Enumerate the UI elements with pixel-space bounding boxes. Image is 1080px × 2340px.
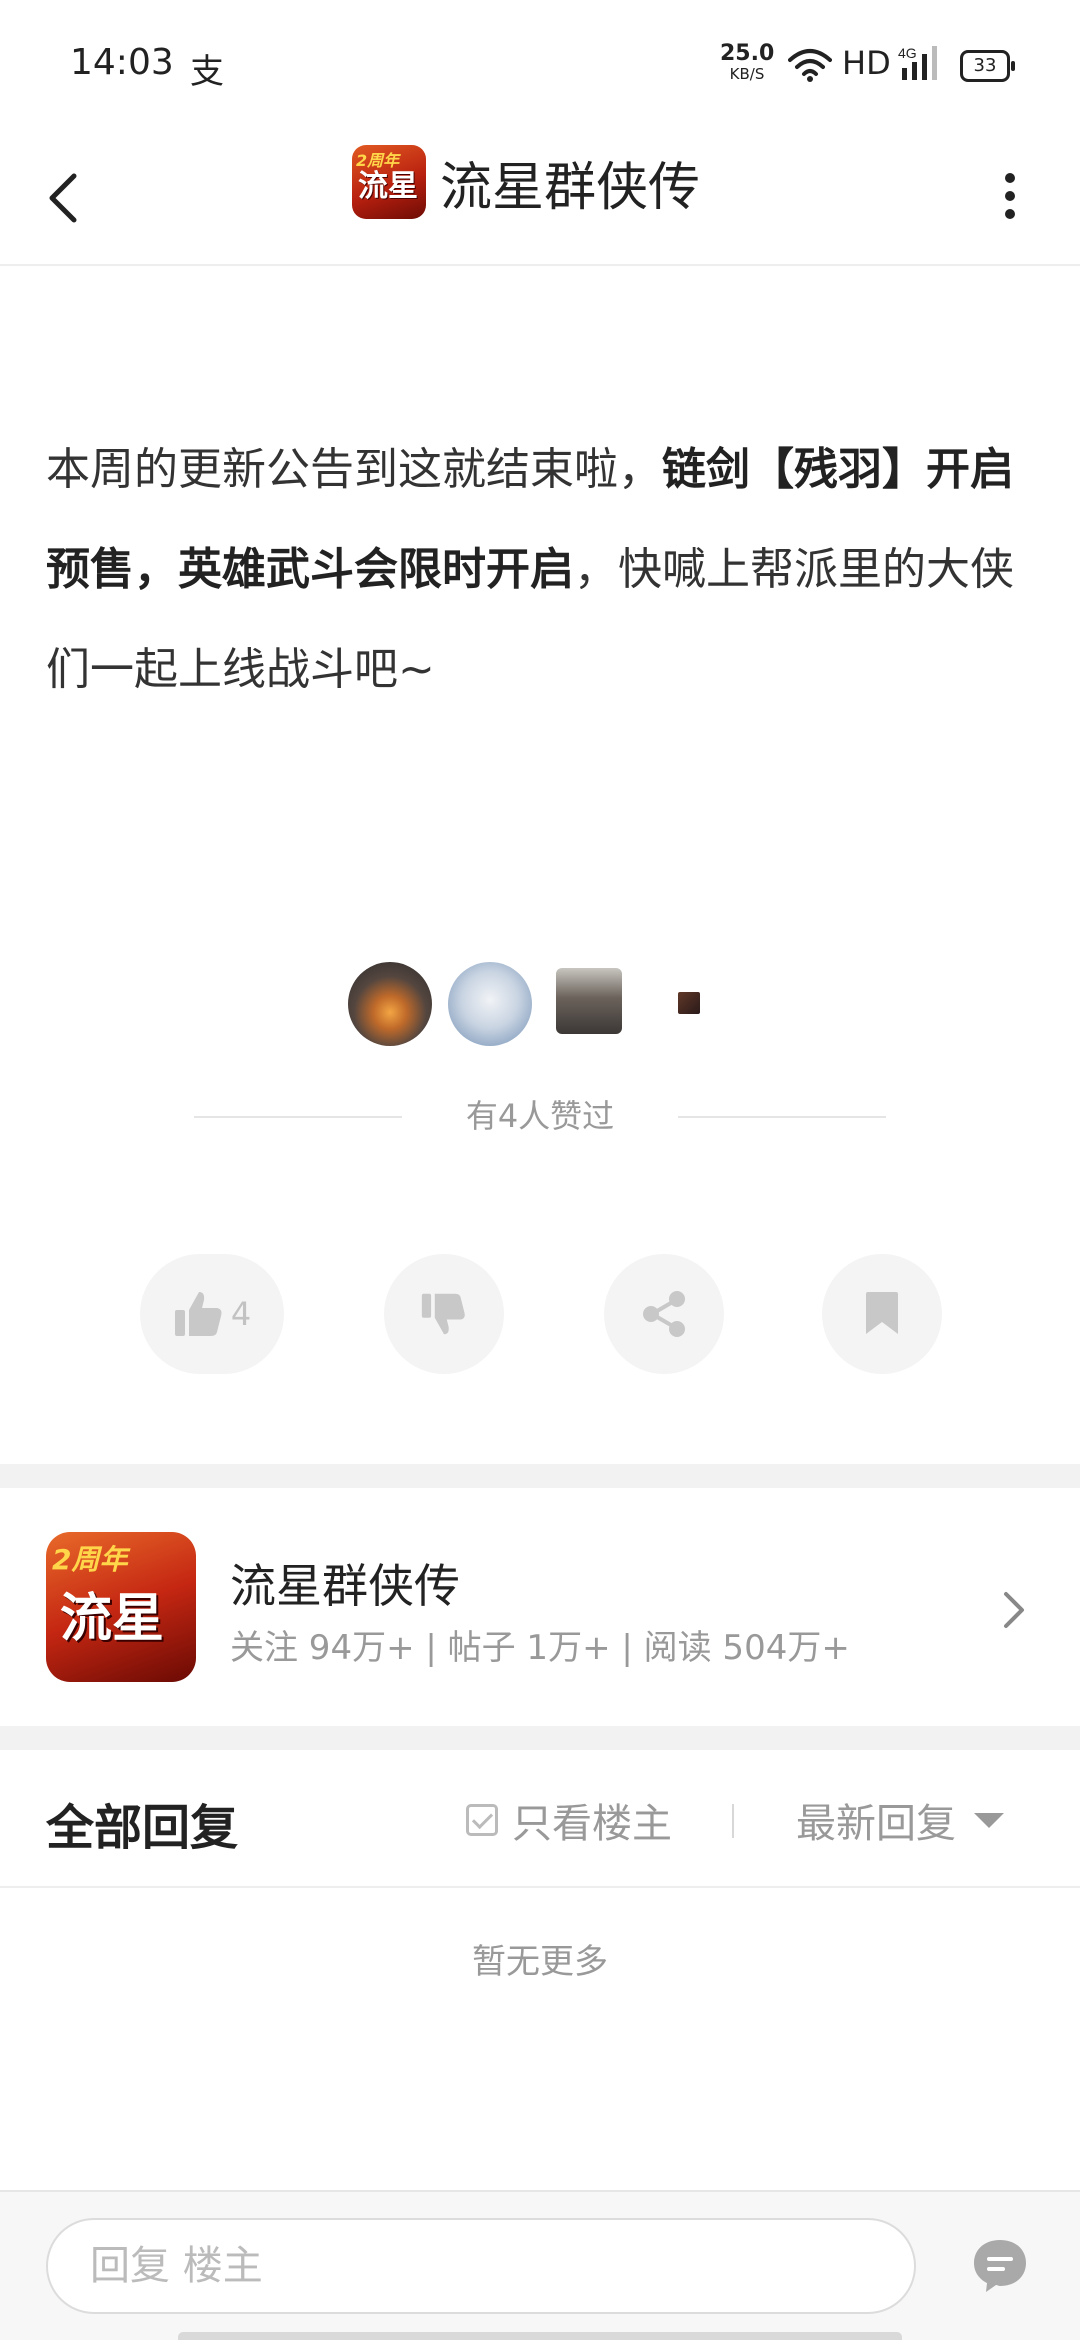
comment-icon[interactable] — [970, 2236, 1030, 2296]
more-options-button[interactable] — [1000, 150, 1020, 240]
game-logo-small: 2周年 流星 — [352, 145, 426, 219]
page-title: 流星群侠传 — [440, 157, 701, 218]
divider-line — [678, 1116, 886, 1118]
section-separator — [0, 1464, 1080, 1488]
forum-name: 流星群侠传 — [230, 1559, 460, 1613]
status-bar: 14:03 支 25.0 KB/S HD 4G 33 — [0, 0, 1080, 130]
like-count: 4 — [230, 1295, 252, 1333]
wifi-icon — [788, 48, 832, 86]
only-op-label: 只看楼主 — [512, 1801, 672, 1847]
share-button[interactable] — [604, 1254, 724, 1374]
battery-icon: 33 — [960, 50, 1015, 82]
forum-card[interactable]: 2周年 流星 流星群侠传 关注 94万+ | 帖子 1万+ | 阅读 504万+ — [0, 1488, 1080, 1726]
share-icon — [643, 1291, 685, 1337]
logo-text: 流星 — [358, 169, 418, 204]
checkbox-icon[interactable] — [466, 1804, 498, 1836]
forum-stats: 关注 94万+ | 帖子 1万+ | 阅读 504万+ — [230, 1628, 850, 1668]
replies-header: 全部回复 只看楼主 最新回复 — [0, 1750, 1080, 1888]
hd-indicator: HD — [842, 44, 891, 82]
status-time: 14:03 — [70, 42, 174, 83]
avatar[interactable] — [448, 962, 532, 1046]
home-indicator — [178, 2332, 902, 2340]
forum-title-group[interactable]: 2周年 流星 流星群侠传 — [352, 144, 700, 220]
alipay-notification-icon: 支 — [190, 52, 224, 92]
top-nav-bar: 2周年 流星 流星群侠传 — [0, 130, 1080, 266]
likes-summary: 有4人赞过 — [194, 1096, 886, 1136]
avatar[interactable] — [348, 962, 432, 1046]
post-text-normal: 本周的更新公告到这就结束啦， — [46, 444, 662, 495]
post-detail-screen: 14:03 支 25.0 KB/S HD 4G 33 2周年 流星 流星群侠传 … — [0, 0, 1080, 2340]
thumbs-down-icon — [421, 1293, 465, 1335]
logo-text: 流星 — [60, 1588, 165, 1649]
reply-input[interactable]: 回复 楼主 — [46, 2218, 916, 2314]
bookmark-button[interactable] — [822, 1254, 942, 1374]
liker-avatars[interactable] — [348, 962, 728, 1052]
section-separator — [0, 1726, 1080, 1750]
network-type-label: 4G — [898, 45, 917, 61]
logo-anniversary-badge: 2周年 — [52, 1543, 128, 1576]
sort-dropdown[interactable]: 最新回复 — [796, 1792, 1004, 1848]
signal-4g-icon: 4G — [898, 44, 948, 88]
game-logo: 2周年 流星 — [46, 1532, 196, 1682]
only-op-toggle[interactable]: 只看楼主 — [466, 1792, 672, 1848]
sort-label: 最新回复 — [796, 1801, 956, 1847]
thumbs-up-icon — [174, 1292, 222, 1336]
like-button[interactable]: 4 — [140, 1254, 284, 1374]
caret-down-icon — [974, 1812, 1004, 1828]
bottom-reply-bar: 回复 楼主 — [0, 2190, 1080, 2340]
avatar[interactable] — [556, 968, 622, 1034]
network-speed-unit: KB/S — [729, 65, 765, 83]
post-body-text: 本周的更新公告到这就结束啦，链剑【残羽】开启预售，英雄武斗会限时开启，快喊上帮派… — [46, 420, 1036, 720]
chevron-left-icon — [49, 173, 77, 223]
divider — [732, 1804, 734, 1838]
empty-replies-text: 暂无更多 — [472, 1942, 608, 1982]
network-speed: 25.0 KB/S — [720, 41, 775, 84]
chevron-right-icon — [994, 1580, 1034, 1640]
bookmark-icon — [866, 1292, 898, 1334]
more-vertical-icon — [1005, 173, 1015, 219]
dislike-button[interactable] — [384, 1254, 504, 1374]
network-speed-value: 25.0 — [720, 41, 775, 66]
replies-title: 全部回复 — [46, 1800, 239, 1856]
post-actions: 4 — [0, 1254, 1080, 1374]
avatar[interactable] — [678, 992, 700, 1014]
back-button[interactable] — [40, 152, 90, 238]
